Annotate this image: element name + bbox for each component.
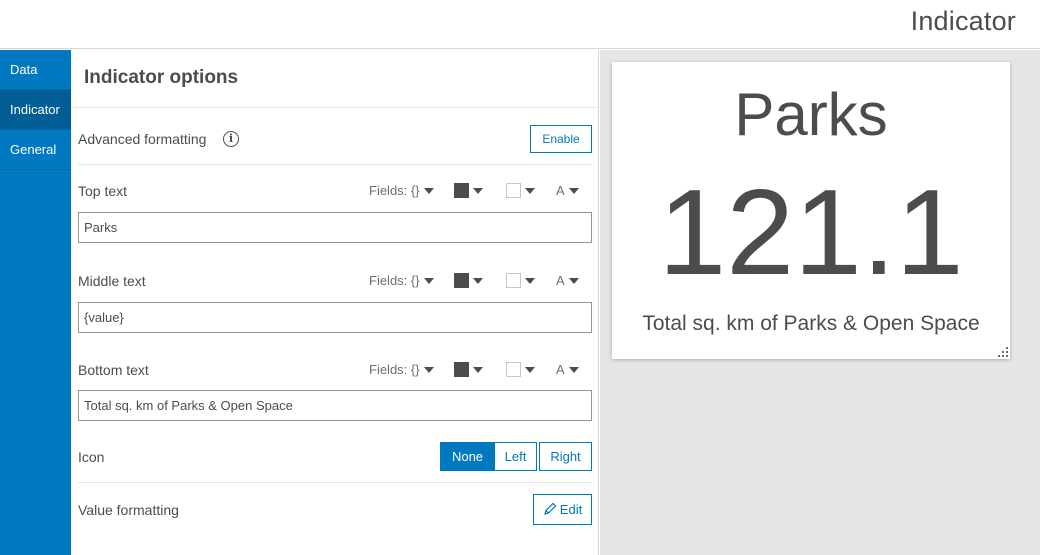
bottom-text-toolbar: Fields: {} A <box>362 360 592 380</box>
indicator-value: 121.1 <box>658 164 964 300</box>
fields-dropdown[interactable]: Fields: {} <box>369 360 434 380</box>
font-size-icon: A <box>556 183 565 198</box>
enable-button[interactable]: Enable <box>530 125 592 153</box>
text-color-dropdown[interactable] <box>454 360 483 380</box>
background-color-swatch <box>506 183 521 199</box>
preview-area: Parks 121.1 Total sq. km of Parks & Open… <box>600 50 1040 555</box>
top-text-section: Top text Fields: {} A Parks <box>78 181 592 243</box>
chevron-down-icon <box>568 187 579 194</box>
chevron-down-icon <box>568 277 579 284</box>
text-color-dropdown[interactable] <box>454 181 483 201</box>
background-color-dropdown[interactable] <box>506 360 535 380</box>
font-size-dropdown[interactable]: A <box>556 181 579 201</box>
page-title: Indicator <box>910 6 1016 36</box>
middle-text-toolbar: Fields: {} A <box>362 271 592 291</box>
fields-label: Fields: {} <box>369 273 420 288</box>
icon-option-none[interactable]: None <box>440 442 495 471</box>
chevron-down-icon <box>568 366 579 373</box>
divider <box>78 164 592 165</box>
advanced-formatting-label: Advanced formatting <box>78 131 207 147</box>
options-panel: Indicator options Advanced formatting i … <box>71 50 599 555</box>
chevron-down-icon <box>525 366 535 373</box>
icon-option-right[interactable]: Right <box>539 442 592 471</box>
fields-dropdown[interactable]: Fields: {} <box>369 271 434 291</box>
background-color-dropdown[interactable] <box>506 181 535 201</box>
icon-label: Icon <box>78 449 105 465</box>
middle-text-input[interactable]: {value} <box>78 302 592 333</box>
side-nav: Data Indicator General <box>0 50 71 555</box>
chevron-down-icon <box>473 187 483 194</box>
sidebar-item-general[interactable]: General <box>0 130 71 170</box>
chevron-down-icon <box>473 366 483 373</box>
chevron-down-icon <box>525 277 535 284</box>
background-color-swatch <box>506 273 521 289</box>
pencil-icon <box>543 502 557 515</box>
top-bar: Indicator <box>0 0 1040 49</box>
middle-text-section: Middle text Fields: {} A {value} <box>78 271 592 333</box>
info-icon[interactable]: i <box>223 131 239 147</box>
chevron-down-icon <box>473 277 483 284</box>
chevron-down-icon <box>423 277 434 284</box>
text-color-dropdown[interactable] <box>454 271 483 291</box>
background-color-dropdown[interactable] <box>506 271 535 291</box>
chevron-down-icon <box>423 366 434 373</box>
middle-text-label: Middle text <box>78 273 146 289</box>
advanced-formatting-row: Advanced formatting i Enable <box>78 124 592 154</box>
chevron-down-icon <box>525 187 535 194</box>
edit-button-label: Edit <box>559 502 583 517</box>
edit-button[interactable]: Edit <box>533 494 592 525</box>
font-size-icon: A <box>556 362 565 377</box>
icon-option-left[interactable]: Left <box>494 442 537 471</box>
value-formatting-row: Value formatting Edit <box>78 493 592 525</box>
top-text-toolbar: Fields: {} A <box>362 181 592 201</box>
sidebar-item-data[interactable]: Data <box>0 50 71 90</box>
text-color-swatch <box>454 183 469 199</box>
fields-dropdown[interactable]: Fields: {} <box>369 181 434 201</box>
divider <box>78 482 592 483</box>
panel-header: Indicator options <box>71 50 598 108</box>
background-color-swatch <box>506 362 521 378</box>
indicator-top-text: Parks <box>734 81 888 148</box>
indicator-card: Parks 121.1 Total sq. km of Parks & Open… <box>612 62 1010 359</box>
fields-label: Fields: {} <box>369 183 420 198</box>
top-text-label: Top text <box>78 183 128 199</box>
text-color-swatch <box>454 273 469 289</box>
text-color-swatch <box>454 362 469 378</box>
sidebar-item-indicator[interactable]: Indicator <box>0 90 71 130</box>
panel-title: Indicator options <box>84 67 239 88</box>
font-size-icon: A <box>556 273 565 288</box>
bottom-text-input[interactable]: Total sq. km of Parks & Open Space <box>78 390 592 421</box>
font-size-dropdown[interactable]: A <box>556 360 579 380</box>
font-size-dropdown[interactable]: A <box>556 271 579 291</box>
bottom-text-section: Bottom text Fields: {} A Total sq. km of… <box>78 360 592 422</box>
icon-row: Icon None Left Right <box>78 442 592 472</box>
chevron-down-icon <box>423 187 434 194</box>
resize-grip-icon[interactable] <box>998 347 1008 357</box>
indicator-bottom-text: Total sq. km of Parks & Open Space <box>642 312 980 335</box>
value-formatting-label: Value formatting <box>78 502 179 518</box>
bottom-text-label: Bottom text <box>78 362 149 378</box>
fields-label: Fields: {} <box>369 362 420 377</box>
top-text-input[interactable]: Parks <box>78 212 592 243</box>
